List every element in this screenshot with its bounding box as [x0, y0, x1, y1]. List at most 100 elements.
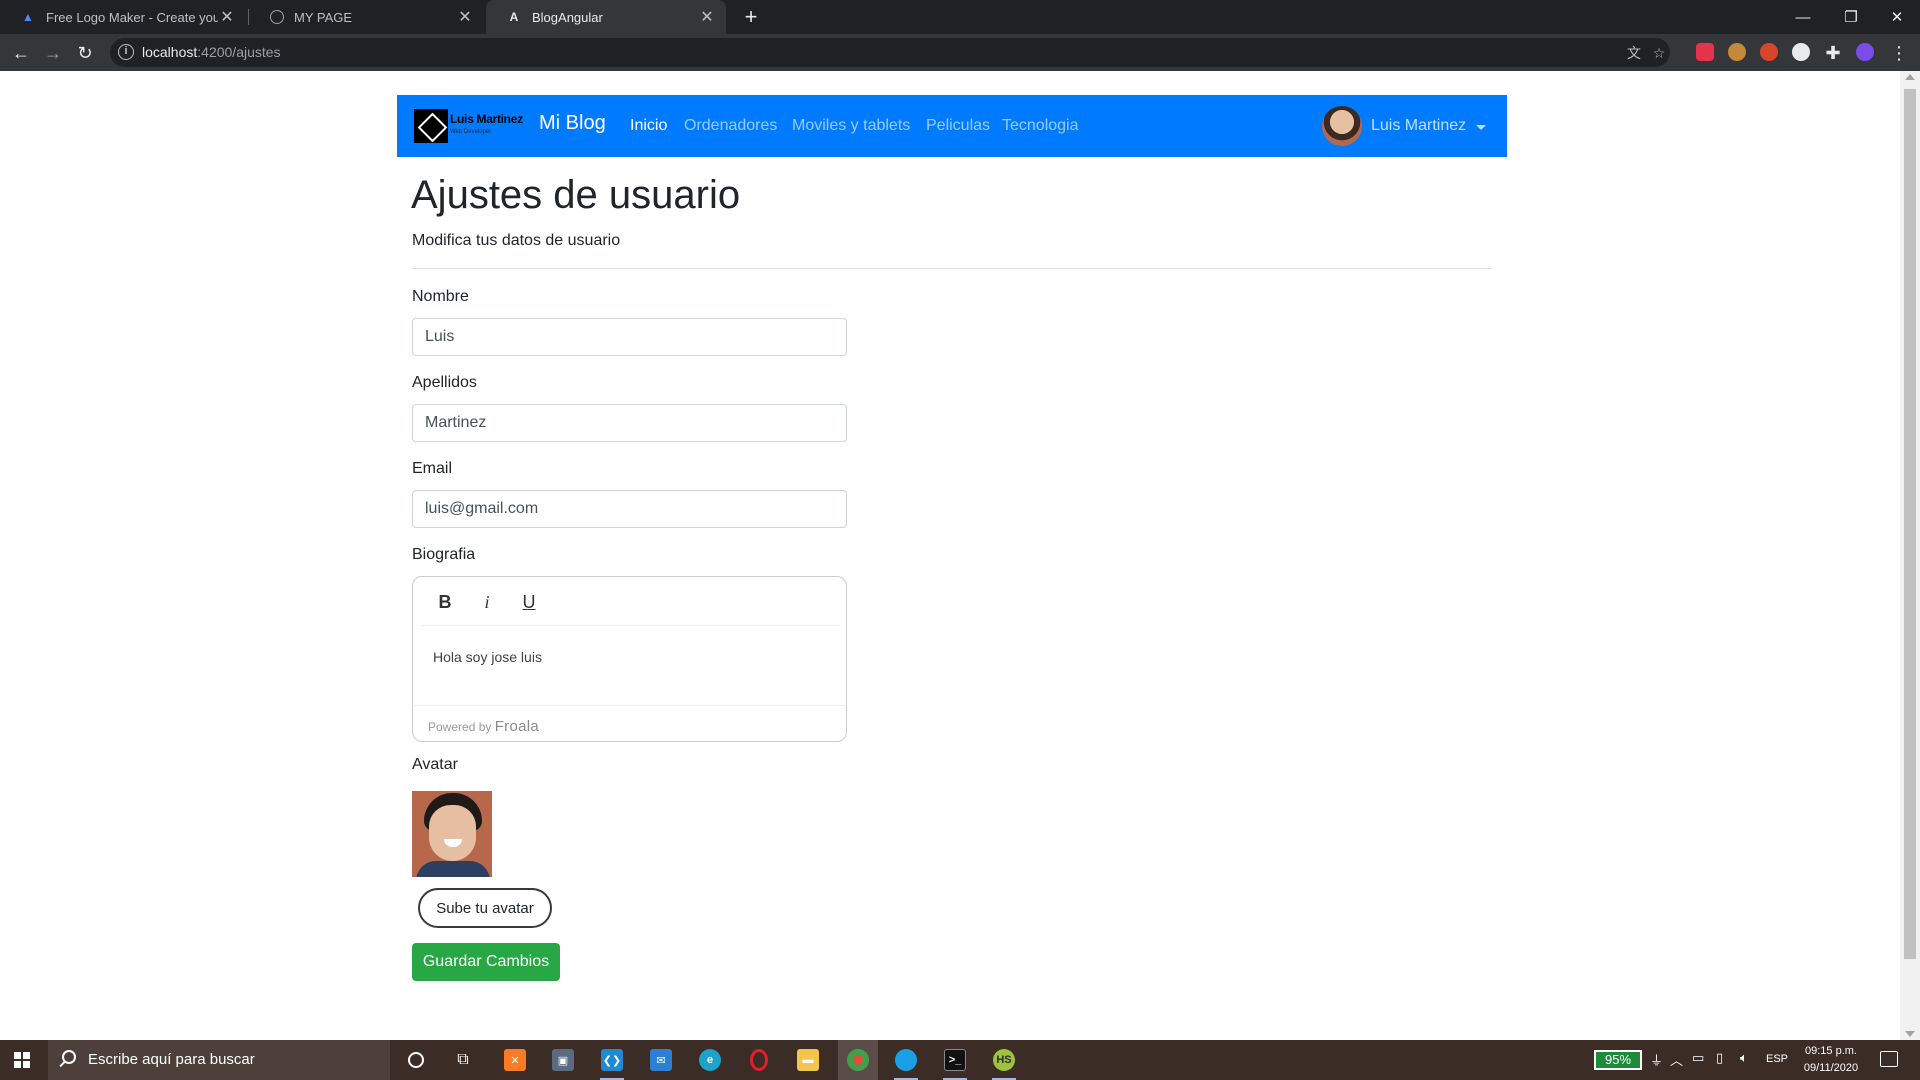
- underline-button[interactable]: U: [511, 585, 547, 619]
- froala-brand: Froala: [494, 718, 540, 735]
- italic-button[interactable]: i: [469, 585, 505, 619]
- chrome-icon[interactable]: [838, 1040, 878, 1080]
- avatar-label: Avatar: [412, 756, 458, 773]
- avatar-shirt: [416, 861, 490, 877]
- mail-icon[interactable]: ✉: [645, 1045, 677, 1075]
- url-text[interactable]: localhost:4200/ajustes: [142, 44, 281, 60]
- upload-avatar-button[interactable]: Sube tu avatar: [418, 888, 552, 928]
- battery-icon[interactable]: ▯: [1716, 1050, 1723, 1066]
- extensions-puzzle-icon[interactable]: ✚: [1820, 40, 1846, 66]
- clock-date: 09/11/2020: [1803, 1062, 1859, 1074]
- biografia-label: Biografia: [412, 546, 476, 563]
- nav-link-moviles[interactable]: Moviles y tablets: [792, 117, 910, 135]
- xampp-icon[interactable]: ✕: [499, 1045, 531, 1075]
- windows-taskbar: Escribe aquí para buscar ⧉ ✕ ▣ ❮❯ ✉ e ▬ …: [0, 1040, 1920, 1080]
- restore-icon[interactable]: ❐: [1828, 0, 1874, 34]
- terminal-icon[interactable]: >_: [939, 1045, 971, 1080]
- logo-name: Luis Martinez: [450, 112, 523, 126]
- windows-start-icon[interactable]: [14, 1052, 30, 1068]
- page-viewport: Luis Martinez Web Developer Mi Blog Inic…: [0, 71, 1900, 1040]
- url-host: localhost: [142, 44, 198, 60]
- file-explorer-icon[interactable]: ▬: [792, 1045, 824, 1075]
- page-scrollbar[interactable]: [1900, 71, 1920, 1040]
- battery-percentage[interactable]: 95%: [1594, 1050, 1642, 1070]
- search-placeholder: Escribe aquí para buscar: [88, 1051, 255, 1068]
- edge-icon[interactable]: e: [694, 1045, 726, 1075]
- browser-tab-active[interactable]: A BlogAngular ✕: [486, 0, 726, 34]
- reload-icon[interactable]: ↻: [72, 40, 98, 66]
- logo-maker-favicon-icon: ▲: [22, 10, 34, 24]
- browser-tab-strip: ▲ Free Logo Maker - Create your o ✕ MY P…: [0, 0, 1920, 34]
- nav-link-peliculas[interactable]: Peliculas: [926, 117, 990, 135]
- profile-avatar-icon[interactable]: [1856, 43, 1874, 61]
- chevron-down-icon[interactable]: [1476, 125, 1486, 130]
- volume-icon[interactable]: 🔈︎: [1740, 1050, 1748, 1066]
- nav-link-tecnologia[interactable]: Tecnologia: [1002, 117, 1079, 135]
- cookie-extension-icon[interactable]: [1728, 43, 1746, 61]
- extension-icon[interactable]: [1760, 43, 1778, 61]
- nav-link-ordenadores[interactable]: Ordenadores: [684, 117, 777, 135]
- opera-icon[interactable]: [743, 1045, 775, 1075]
- email-label: Email: [412, 460, 453, 477]
- browser-tab[interactable]: MY PAGE ✕: [250, 0, 484, 34]
- tab-close-icon[interactable]: ✕: [456, 7, 474, 27]
- logo-subtitle: Web Developer: [450, 129, 492, 135]
- navbar: Luis Martinez Web Developer Mi Blog Inic…: [397, 95, 1507, 157]
- chevron-up-icon[interactable]: ︿: [1670, 1050, 1683, 1069]
- hs-app-icon[interactable]: HS: [988, 1045, 1020, 1080]
- language-indicator[interactable]: ESP: [1766, 1053, 1788, 1065]
- store-icon[interactable]: ▣: [547, 1045, 579, 1075]
- bookmark-star-icon[interactable]: ☆: [1649, 43, 1669, 63]
- scroll-down-arrow-icon[interactable]: [1905, 1031, 1915, 1037]
- new-tab-plus-icon[interactable]: +: [738, 4, 764, 30]
- tab-close-icon[interactable]: ✕: [218, 7, 236, 27]
- window-close-icon[interactable]: ✕: [1874, 0, 1920, 34]
- tab-title: Free Logo Maker - Create your o: [46, 9, 218, 25]
- save-changes-button[interactable]: Guardar Cambios: [412, 943, 560, 981]
- taskbar-search-box[interactable]: Escribe aquí para buscar: [48, 1040, 390, 1080]
- navbar-brand[interactable]: Mi Blog: [539, 112, 606, 135]
- task-view-icon[interactable]: ⧉: [447, 1045, 479, 1075]
- forward-arrow-icon[interactable]: →: [40, 40, 66, 66]
- avatar-face: [429, 805, 476, 861]
- site-info-icon[interactable]: i: [118, 44, 134, 60]
- clock-time: 09:15 p.m.: [1805, 1045, 1857, 1057]
- site-logo[interactable]: Luis Martinez Web Developer: [414, 109, 530, 143]
- editor-toolbar-divider: [421, 625, 840, 626]
- apellidos-input[interactable]: [412, 404, 847, 442]
- translate-icon[interactable]: 文: [1624, 43, 1644, 63]
- app-icon[interactable]: [890, 1045, 922, 1080]
- nav-link-inicio[interactable]: Inicio: [630, 117, 667, 135]
- tab-close-icon[interactable]: ✕: [698, 7, 716, 27]
- tab-title: MY PAGE: [294, 9, 353, 25]
- vscode-icon[interactable]: ❮❯: [596, 1045, 628, 1080]
- system-clock[interactable]: 09:15 p.m. 09/11/2020: [1796, 1043, 1866, 1077]
- page-title: Ajustes de usuario: [411, 173, 741, 217]
- nombre-input[interactable]: [412, 318, 847, 356]
- bold-button[interactable]: B: [427, 585, 463, 619]
- minimize-icon[interactable]: —: [1780, 0, 1826, 34]
- dark-mode-extension-icon[interactable]: [1792, 43, 1810, 61]
- power-plug-icon[interactable]: ⏚: [1650, 1050, 1663, 1069]
- avatar-image: [412, 791, 492, 877]
- powered-by-froala[interactable]: Powered by Froala: [428, 718, 539, 735]
- scroll-up-arrow-icon[interactable]: [1905, 74, 1915, 80]
- user-avatar[interactable]: [1322, 106, 1362, 146]
- angular-icon: A: [509, 10, 519, 24]
- pocket-extension-icon[interactable]: [1696, 43, 1714, 61]
- cortana-icon[interactable]: [400, 1045, 432, 1075]
- scrollbar-thumb[interactable]: [1904, 89, 1916, 959]
- page-subtitle: Modifica tus datos de usuario: [412, 232, 621, 249]
- back-arrow-icon[interactable]: ←: [8, 40, 34, 66]
- address-bar[interactable]: i localhost:4200/ajustes 文 ☆: [110, 38, 1670, 67]
- tab-title: BlogAngular: [532, 9, 603, 25]
- network-icon[interactable]: ▭: [1692, 1050, 1704, 1066]
- browser-tab[interactable]: ▲ Free Logo Maker - Create your o ✕: [0, 0, 246, 34]
- biografia-editor-content[interactable]: Hola soy jose luis: [433, 649, 542, 665]
- user-menu-toggle[interactable]: Luis Martinez: [1371, 117, 1466, 135]
- tab-separator: [248, 9, 249, 25]
- email-input[interactable]: [412, 490, 847, 528]
- notification-center-icon[interactable]: [1880, 1051, 1898, 1067]
- browser-menu-icon[interactable]: ⋮: [1886, 40, 1912, 66]
- search-icon: [62, 1050, 76, 1064]
